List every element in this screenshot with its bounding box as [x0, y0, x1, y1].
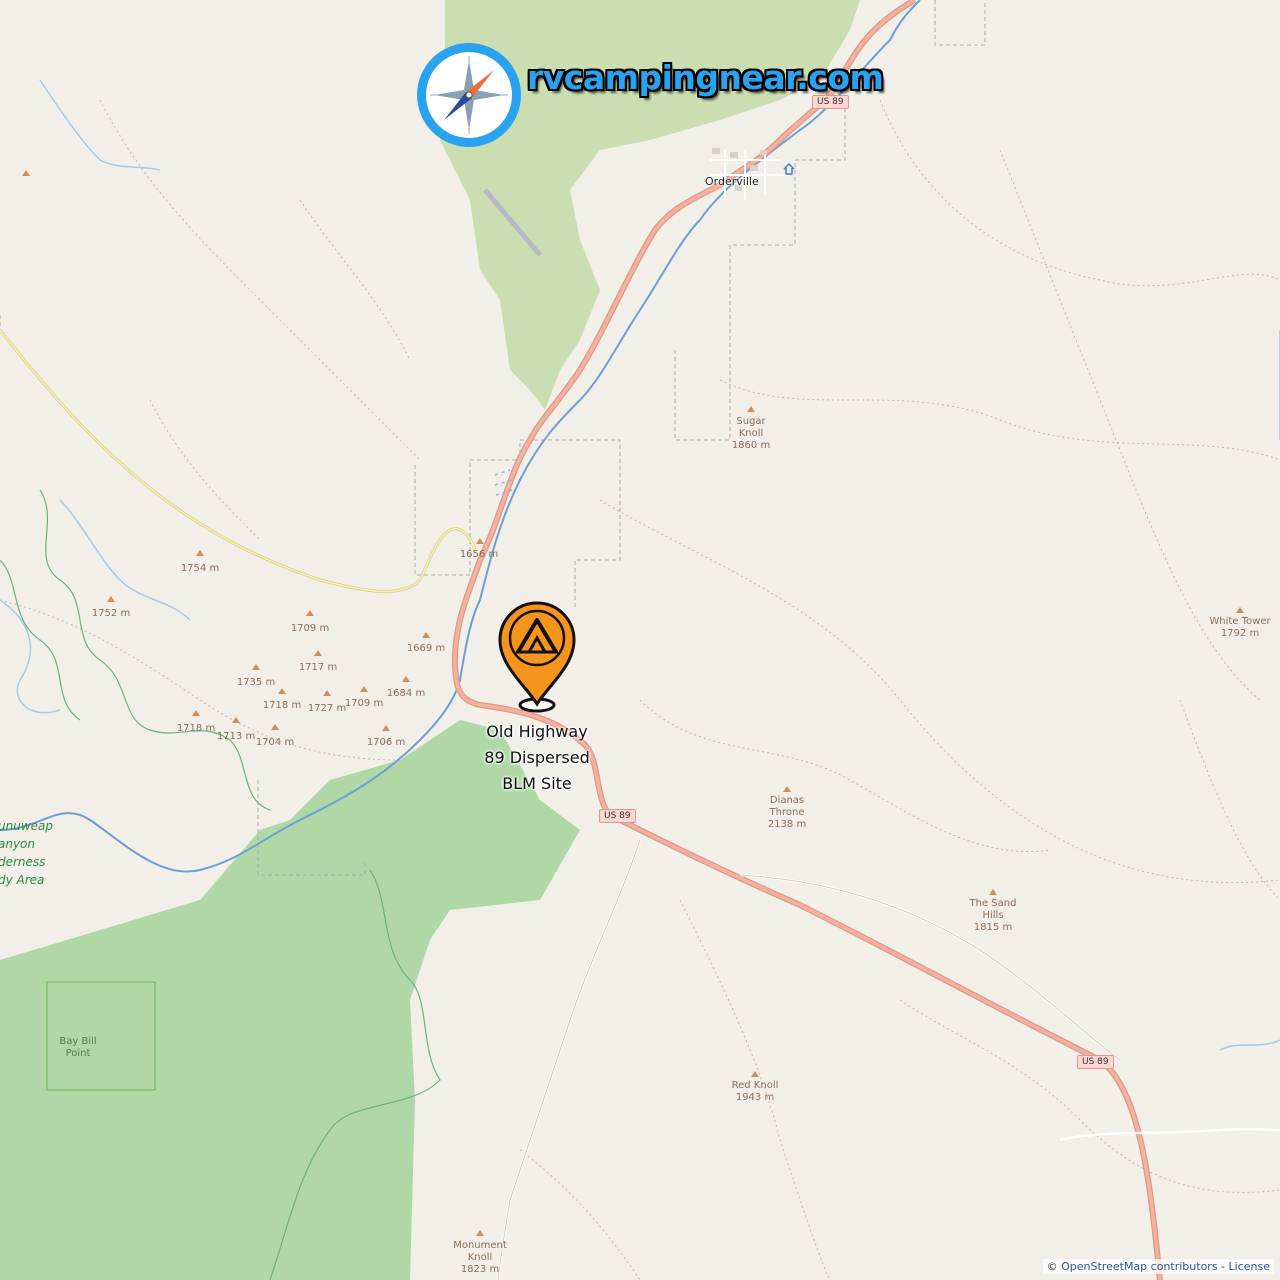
peak-elevation: 1943 m [735, 1092, 775, 1103]
forest-area-south [0, 720, 580, 1280]
peak-elevation: 1754 m [180, 563, 220, 574]
wilderness-label: unuweap anyon derness dy Area [0, 817, 53, 889]
peak-elevation: 1815 m [973, 922, 1013, 933]
route-shield: US 89 [1077, 1055, 1114, 1069]
peak-elevation: 1713 m [216, 731, 256, 742]
copyright-symbol: © [1046, 1260, 1058, 1273]
peak-icon [476, 1230, 484, 1236]
peak-icon [232, 717, 240, 723]
peak-icon [422, 632, 430, 638]
peak-elevation: 2138 m [767, 819, 807, 830]
peak-name: Red Knoll [731, 1080, 779, 1091]
peak-elevation: 1717 m [298, 662, 338, 673]
shelter-icon [783, 162, 795, 175]
peak-name: Dianas [769, 795, 805, 806]
area-label: Point [65, 1048, 91, 1059]
peak-name: Knoll [467, 1252, 493, 1263]
highway-yellow [0, 329, 477, 593]
peak-icon [751, 1071, 759, 1077]
wilderness-label-line: dy Area [0, 873, 45, 887]
peak-icon [192, 710, 200, 716]
brand-text: rvcampingnear.com [527, 58, 884, 97]
attribution-separator: - [1217, 1260, 1229, 1273]
wilderness-label-line: derness [0, 855, 46, 869]
map-view[interactable]: rvcampingnear.com Orderville US 89 US 89… [0, 0, 1280, 1280]
peak-name: Monument [453, 1240, 507, 1251]
peak-icon [1236, 607, 1244, 613]
peak-elevation: 1718 m [262, 700, 302, 711]
peak-elevation: 1709 m [290, 623, 330, 634]
peak-elevation: 1735 m [236, 677, 276, 688]
peak-elevation: 1752 m [91, 608, 131, 619]
peak-name: Sugar [736, 416, 766, 427]
peak-icon [402, 676, 410, 682]
peak-elevation: 1823 m [460, 1264, 500, 1275]
peak-icon [382, 725, 390, 731]
peak-elevation: 1704 m [255, 737, 295, 748]
peak-icon [314, 650, 322, 656]
route-shield: US 89 [812, 95, 849, 109]
map-basemap [0, 0, 1280, 1280]
route-shield: US 89 [599, 809, 636, 823]
peak-elevation: 1706 m [366, 737, 406, 748]
peak-icon [476, 538, 484, 544]
peak-name: Hills [982, 910, 1004, 921]
wilderness-label-line: unuweap [0, 819, 53, 833]
peak-icon [783, 786, 791, 792]
town-label: Orderville [705, 175, 759, 188]
campsite-label-line: 89 Dispersed [484, 748, 590, 767]
peak-icon [989, 889, 997, 895]
peak-elevation: 1718 m [176, 723, 216, 734]
peak-elevation: 1709 m [344, 698, 384, 709]
peak-icon [271, 724, 279, 730]
campsite-tent-icon [498, 601, 576, 713]
campsite-label: Old Highway 89 Dispersed BLM Site [484, 719, 589, 797]
peak-name: White Tower [1209, 616, 1271, 627]
peak-icon [360, 686, 368, 692]
peak-elevation: 1669 m [406, 643, 446, 654]
campsite-label-line: Old Highway [486, 722, 588, 741]
wilderness-label-line: anyon [0, 837, 36, 851]
peak-icon [278, 688, 286, 694]
peak-icon [22, 170, 30, 176]
peak-elevation: 1860 m [731, 440, 771, 451]
compass-icon [417, 43, 521, 147]
osm-contributors-link[interactable]: OpenStreetMap contributors [1061, 1260, 1217, 1273]
peak-elevation: 1656 m [459, 549, 499, 560]
campsite-label-line: BLM Site [502, 774, 572, 793]
peak-name: Throne [769, 807, 805, 818]
peak-name: The Sand [969, 898, 1017, 909]
peak-name: Knoll [738, 428, 764, 439]
peak-elevation: 1684 m [386, 688, 426, 699]
peak-icon [107, 596, 115, 602]
peak-icon [747, 406, 755, 412]
peak-icon [252, 664, 260, 670]
peak-icon [196, 550, 204, 556]
peak-icon [323, 690, 331, 696]
area-label: Bay Bill [59, 1036, 97, 1047]
peak-elevation: 1792 m [1220, 628, 1260, 639]
license-link[interactable]: License [1229, 1260, 1270, 1273]
peak-elevation: 1727 m [307, 703, 347, 714]
peak-icon [306, 610, 314, 616]
map-attribution: © OpenStreetMap contributors - License [1042, 1259, 1274, 1274]
